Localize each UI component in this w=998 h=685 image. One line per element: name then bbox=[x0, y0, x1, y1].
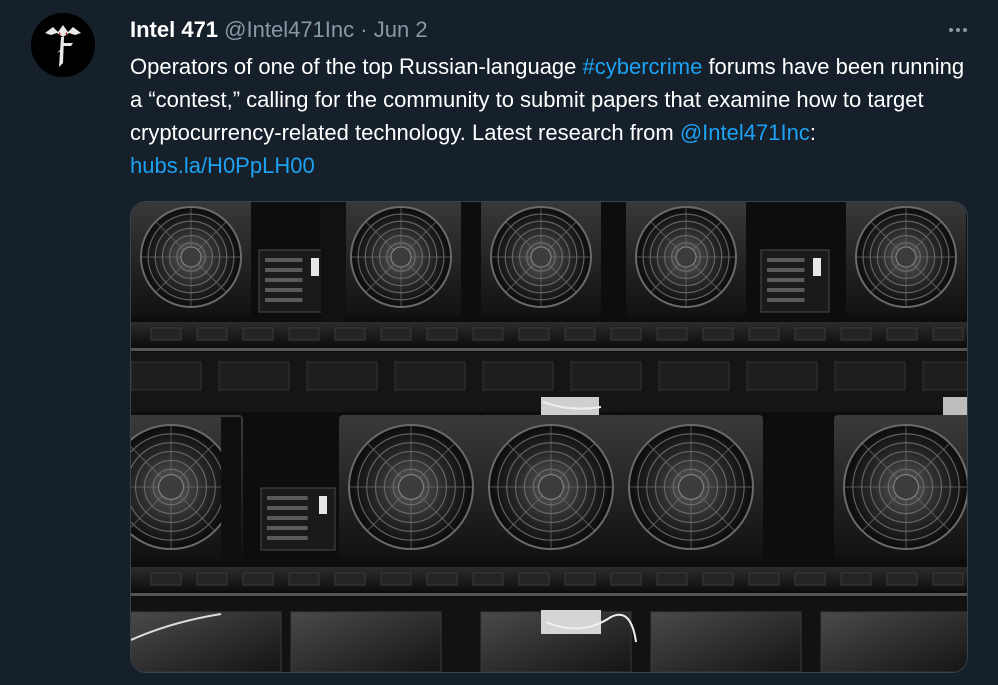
tweet-text: Operators of one of the top Russian-lang… bbox=[130, 50, 980, 182]
more-options-icon[interactable] bbox=[940, 18, 976, 42]
tweet[interactable]: Intel 471 @Intel471Inc · Jun 2 Operators… bbox=[0, 0, 998, 685]
separator: · bbox=[360, 17, 368, 42]
avatar[interactable] bbox=[31, 13, 95, 77]
tweet-text-part1: Operators of one of the top Russian-lang… bbox=[130, 54, 583, 79]
tweet-text-colon: : bbox=[809, 120, 816, 145]
mention-link[interactable]: @Intel471Inc bbox=[680, 120, 810, 145]
tweet-date[interactable]: Jun 2 bbox=[374, 17, 428, 42]
mining-rig-image bbox=[131, 202, 967, 672]
tweet-header: Intel 471 @Intel471Inc · Jun 2 bbox=[130, 16, 428, 44]
display-name[interactable]: Intel 471 bbox=[130, 17, 218, 42]
tweet-media-photo[interactable] bbox=[130, 201, 968, 673]
hashtag-link[interactable]: #cybercrime bbox=[583, 54, 703, 79]
intel471-logo-icon bbox=[31, 13, 95, 77]
handle[interactable]: @Intel471Inc bbox=[224, 17, 354, 42]
url-link[interactable]: hubs.la/H0PpLH00 bbox=[130, 153, 315, 178]
